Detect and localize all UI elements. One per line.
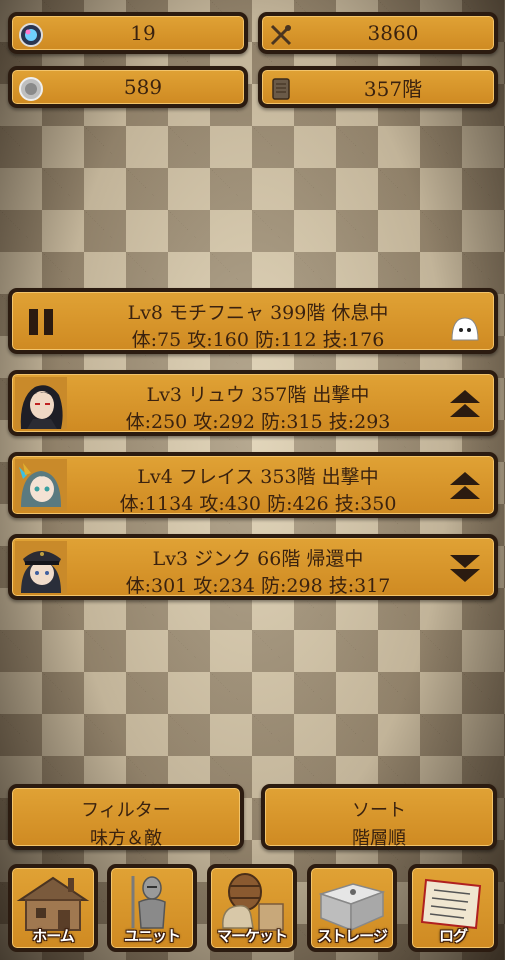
filter-button[interactable]: フィルター 味方＆敵: [8, 784, 244, 850]
unit-row[interactable]: Lv3 リュウ 357階 出撃中 体:250 攻:292 防:315 技:293: [8, 370, 498, 436]
sort-value: 階層順: [352, 828, 406, 849]
filter-title: フィルター: [81, 800, 171, 821]
double-up-arrow-icon[interactable]: [448, 388, 482, 420]
unit-row[interactable]: Lv8 モチフニャ 399階 休息中 体:75 攻:160 防:112 技:17…: [8, 288, 498, 354]
swords-counter: 3860: [258, 12, 498, 54]
knight-icon: [131, 876, 166, 929]
unit-stats: 体:1134 攻:430 防:426 技:350: [119, 493, 397, 515]
portrait-freis: [15, 459, 67, 511]
sort-title: ソート: [352, 800, 406, 821]
nav-unit-label: ユニット: [123, 927, 181, 945]
gems-counter: 19: [8, 12, 248, 54]
unit-info: Lv4 フレイス 353階 出撃中: [137, 466, 379, 488]
nav-market[interactable]: マーケット: [207, 864, 297, 952]
portrait-zinc: [15, 541, 67, 593]
nav-storage-label: ストレージ: [317, 927, 388, 945]
unit-info: Lv3 リュウ 357階 出撃中: [146, 384, 370, 406]
unit-info: Lv3 ジンク 66階 帰還中: [152, 548, 364, 570]
filter-value: 味方＆敵: [90, 828, 162, 849]
coins-counter: 589: [8, 66, 248, 108]
crossed-swords-icon: [270, 24, 292, 46]
unit-stats: 体:250 攻:292 防:315 技:293: [125, 411, 391, 433]
gem-icon: [19, 23, 43, 47]
unit-row[interactable]: Lv4 フレイス 353階 出撃中 体:1134 攻:430 防:426 技:3…: [8, 452, 498, 518]
sort-button[interactable]: ソート 階層順: [261, 784, 497, 850]
coin-icon: [19, 77, 43, 101]
slime-icon: [451, 317, 479, 341]
gems-value: 19: [130, 21, 156, 45]
barrel-icon: [222, 873, 284, 931]
unit-row[interactable]: Lv3 ジンク 66階 帰還中 体:301 攻:234 防:298 技:317: [8, 534, 498, 600]
tablet-icon: [272, 78, 290, 100]
double-down-arrow-icon[interactable]: [448, 552, 482, 584]
nav-home[interactable]: ホーム: [8, 864, 98, 952]
nav-log-label: ログ: [438, 927, 468, 945]
nav-home-label: ホーム: [32, 927, 75, 945]
nav-market-label: マーケット: [216, 927, 288, 945]
floor-value: 357階: [363, 76, 423, 101]
unit-stats: 体:75 攻:160 防:112 技:176: [131, 329, 385, 351]
nav-storage[interactable]: ストレージ: [307, 864, 397, 952]
swords-value: 3860: [367, 21, 419, 45]
scroll-icon: [420, 878, 482, 930]
box-icon: [318, 883, 386, 932]
double-up-arrow-icon[interactable]: [448, 470, 482, 502]
nav-log[interactable]: ログ: [408, 864, 498, 952]
nav-unit[interactable]: ユニット: [107, 864, 197, 952]
floor-counter: 357階: [258, 66, 498, 108]
unit-info: Lv8 モチフニャ 399階 休息中: [127, 302, 389, 324]
portrait-ryu: [15, 377, 67, 429]
coins-value: 589: [123, 75, 163, 99]
unit-stats: 体:301 攻:234 防:298 技:317: [125, 575, 391, 597]
pause-icon[interactable]: [15, 295, 67, 347]
house-icon: [16, 876, 90, 931]
